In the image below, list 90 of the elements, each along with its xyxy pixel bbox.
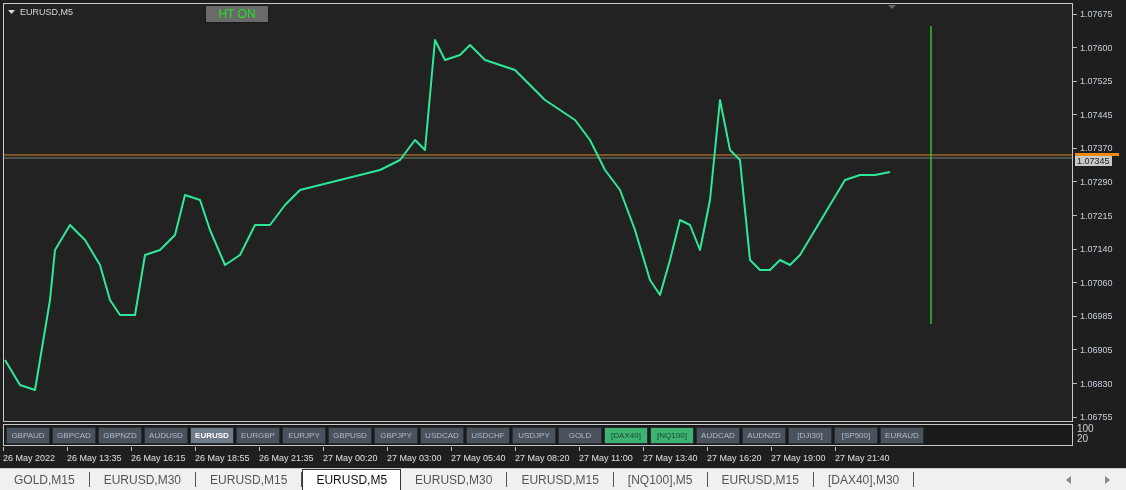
price-label: 1.06755 <box>1080 412 1113 423</box>
symbol-button[interactable]: GBPAUD <box>6 427 50 444</box>
tick-mark <box>67 447 68 451</box>
chart-tab[interactable]: EURUSD,M30 <box>89 472 197 487</box>
tick-mark <box>1073 181 1077 183</box>
symbol-button[interactable]: USDJPY <box>512 427 556 444</box>
tick-mark <box>3 447 4 451</box>
time-label: 27 May 08:20 <box>515 453 570 463</box>
symbol-button[interactable]: AUDNZD <box>742 427 786 444</box>
time-label: 27 May 13:40 <box>643 453 698 463</box>
symbol-button[interactable]: GBPJPY <box>374 427 418 444</box>
time-label: 27 May 05:40 <box>451 453 506 463</box>
symbol-button[interactable]: GBPCAD <box>52 427 96 444</box>
symbol-button[interactable]: [SP500] <box>834 427 878 444</box>
price-label: 1.07525 <box>1080 76 1113 87</box>
symbol-button[interactable]: USDCHF <box>466 427 510 444</box>
tick-mark <box>579 447 580 451</box>
price-label: 1.06985 <box>1080 311 1113 322</box>
price-label: 1.07290 <box>1080 176 1113 187</box>
price-label: 1.06905 <box>1080 344 1113 355</box>
symbol-button[interactable]: [NQ100] <box>650 427 694 444</box>
time-label: 27 May 00:20 <box>323 453 378 463</box>
time-label: 27 May 19:00 <box>771 453 826 463</box>
chart-tab[interactable]: EURUSD,M5 <box>302 469 402 490</box>
tick-mark <box>259 447 260 451</box>
tick-mark <box>1073 349 1077 351</box>
shift-marker-icon[interactable] <box>888 5 896 9</box>
time-label: 26 May 2022 <box>3 453 56 463</box>
tick-mark <box>1073 315 1077 317</box>
time-label: 27 May 16:20 <box>707 453 762 463</box>
symbol-button[interactable]: [DAX40] <box>604 427 648 444</box>
tick-mark <box>707 447 708 451</box>
symbol-button[interactable]: GBPUSD <box>328 427 372 444</box>
tick-mark <box>1073 416 1077 418</box>
chart-tab[interactable]: GOLD,M15 <box>0 472 90 487</box>
tick-mark <box>1073 215 1077 217</box>
tick-mark <box>1073 248 1077 250</box>
scale-label: 100 <box>1077 424 1094 434</box>
symbol-button[interactable]: GBPNZD <box>98 427 142 444</box>
tick-mark <box>643 447 644 451</box>
price-label: 1.06830 <box>1080 378 1113 389</box>
symbol-button[interactable]: EURGBP <box>236 427 280 444</box>
time-label: 27 May 11:00 <box>579 453 633 463</box>
bid-price-tag: 1.07345 <box>1075 156 1112 166</box>
symbol-button[interactable]: EURAUD <box>880 427 924 444</box>
time-label: 26 May 21:35 <box>259 453 314 463</box>
time-label: 26 May 13:35 <box>67 453 122 463</box>
tick-mark <box>1073 147 1077 149</box>
tick-mark <box>1073 383 1077 385</box>
ask-price-tag <box>1075 153 1119 156</box>
price-label: 1.07445 <box>1080 109 1113 120</box>
price-label: 1.07140 <box>1080 244 1113 255</box>
chart-tab[interactable]: [NQ100],M5 <box>613 472 708 487</box>
tick-mark <box>835 447 836 451</box>
tick-mark <box>387 447 388 451</box>
time-label: 26 May 18:55 <box>195 453 250 463</box>
time-label: 27 May 21:40 <box>835 453 890 463</box>
symbol-button[interactable]: AUDUSD <box>144 427 188 444</box>
dropdown-icon[interactable] <box>8 10 15 14</box>
symbol-button[interactable]: USDCAD <box>420 427 464 444</box>
tick-mark <box>195 447 196 451</box>
scale-label: 20 <box>1077 434 1090 444</box>
symbol-button[interactable]: EURUSD <box>190 427 234 444</box>
tick-mark <box>323 447 324 451</box>
price-label: 1.07060 <box>1080 277 1113 288</box>
time-label: 26 May 16:15 <box>131 453 186 463</box>
chart-tab[interactable]: EURUSD,M15 <box>707 472 814 487</box>
symbol-button[interactable]: AUDCAD <box>696 427 740 444</box>
symbol-button[interactable]: [DJI30] <box>788 427 832 444</box>
symbol-button[interactable]: EURJPY <box>282 427 326 444</box>
price-label: 1.07215 <box>1080 210 1113 221</box>
tick-mark <box>1073 80 1077 82</box>
time-label: 27 May 03:00 <box>387 453 442 463</box>
tick-mark <box>131 447 132 451</box>
tick-mark <box>451 447 452 451</box>
price-label: 1.07600 <box>1080 42 1113 53</box>
tick-mark <box>1073 47 1077 49</box>
tick-mark <box>1073 13 1077 15</box>
chart-tab[interactable]: [DAX40],M30 <box>813 472 915 487</box>
symbol-button[interactable]: GOLD <box>558 427 602 444</box>
tick-mark <box>771 447 772 451</box>
tick-mark <box>1073 114 1077 116</box>
price-label: 1.07675 <box>1080 9 1113 19</box>
chart-tab[interactable]: EURUSD,M30 <box>401 472 508 487</box>
tick-mark <box>1073 282 1077 284</box>
chart-title: EURUSD,M5 <box>20 7 73 17</box>
chart-tab[interactable]: EURUSD,M15 <box>507 472 614 487</box>
ht-toggle-button[interactable]: HT ON <box>205 5 269 23</box>
price-label: 1.07370 <box>1080 143 1113 154</box>
tick-mark <box>515 447 516 451</box>
